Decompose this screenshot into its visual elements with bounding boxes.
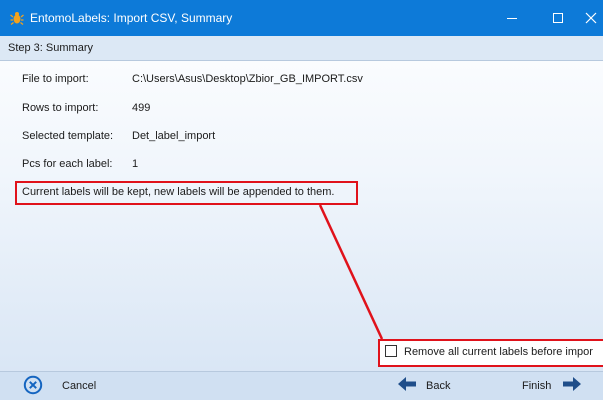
selected-template-label: Selected template: <box>22 130 114 142</box>
pcs-for-each-label-value: 1 <box>132 158 139 170</box>
back-button[interactable]: Back <box>426 380 450 392</box>
close-button[interactable] <box>581 0 603 36</box>
import-csv-summary-window: EntomoLabels: Import CSV, Summary Step 3… <box>0 0 603 400</box>
minimize-button[interactable] <box>489 0 535 36</box>
rows-to-import-label: Rows to import: <box>22 102 99 114</box>
file-to-import-value: C:\Users\Asus\Desktop\Zbior_GB_IMPORT.cs… <box>132 73 363 85</box>
title-bar: EntomoLabels: Import CSV, Summary <box>0 0 603 36</box>
window-title: EntomoLabels: Import CSV, Summary <box>30 11 233 25</box>
import-message: Current labels will be kept, new labels … <box>22 186 335 198</box>
remove-labels-checkbox-label[interactable]: Remove all current labels before impor <box>404 346 593 358</box>
maximize-icon <box>553 13 563 23</box>
selected-template-value: Det_label_import <box>132 130 216 142</box>
maximize-button[interactable] <box>535 0 581 36</box>
bug-icon <box>10 12 24 25</box>
minimize-icon <box>507 18 517 19</box>
rows-to-import-value: 499 <box>132 102 151 114</box>
finish-button[interactable]: Finish <box>522 380 551 392</box>
cancel-button[interactable]: Cancel <box>62 380 96 392</box>
arrow-left-icon[interactable] <box>398 377 416 391</box>
pcs-for-each-label-label: Pcs for each label: <box>22 158 113 170</box>
cancel-circle-icon[interactable] <box>23 375 43 395</box>
close-icon <box>585 12 597 24</box>
step-header: Step 3: Summary <box>0 36 603 61</box>
file-to-import-label: File to import: <box>22 73 89 85</box>
arrow-right-icon[interactable] <box>563 377 581 391</box>
remove-labels-checkbox[interactable] <box>385 345 397 357</box>
step-label: Step 3: Summary <box>8 42 93 54</box>
